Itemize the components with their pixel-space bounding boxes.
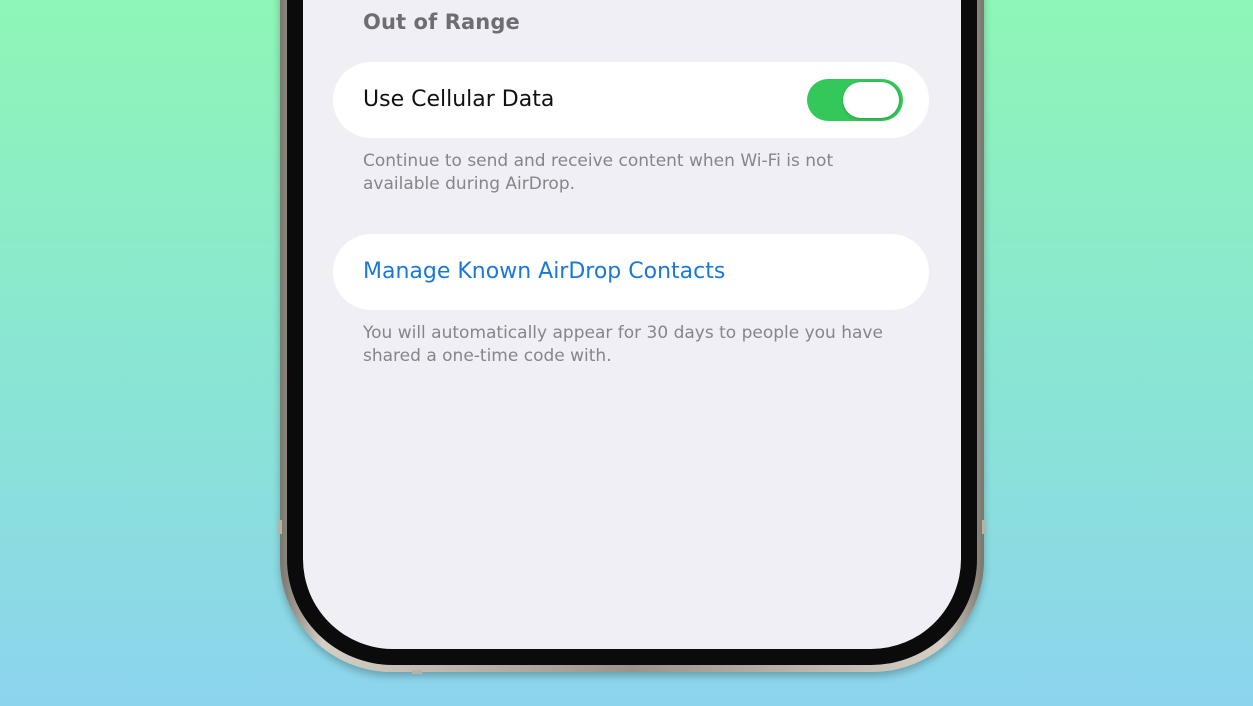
use-cellular-data-cell[interactable]: Use Cellular Data	[333, 62, 929, 138]
manage-contacts-footer: You will automatically appear for 30 day…	[363, 323, 883, 366]
use-cellular-data-toggle[interactable]	[807, 79, 903, 121]
section-header-out-of-range: Out of Range	[363, 10, 520, 34]
phone-bezel: Out of Range Use Cellular Data Continue …	[287, 0, 977, 665]
manage-known-airdrop-contacts-cell[interactable]: Manage Known AirDrop Contacts	[333, 234, 929, 310]
settings-screen: Out of Range Use Cellular Data Continue …	[303, 0, 961, 649]
frame-antenna-band-right	[982, 520, 986, 534]
toggle-knob	[843, 82, 899, 118]
phone-frame: Out of Range Use Cellular Data Continue …	[278, 0, 986, 674]
use-cellular-data-label: Use Cellular Data	[363, 87, 555, 112]
use-cellular-data-footer: Continue to send and receive content whe…	[363, 151, 834, 194]
manage-known-airdrop-contacts-link[interactable]: Manage Known AirDrop Contacts	[363, 234, 725, 310]
frame-antenna-band-bottom	[412, 670, 422, 674]
frame-antenna-band-left	[278, 520, 282, 534]
